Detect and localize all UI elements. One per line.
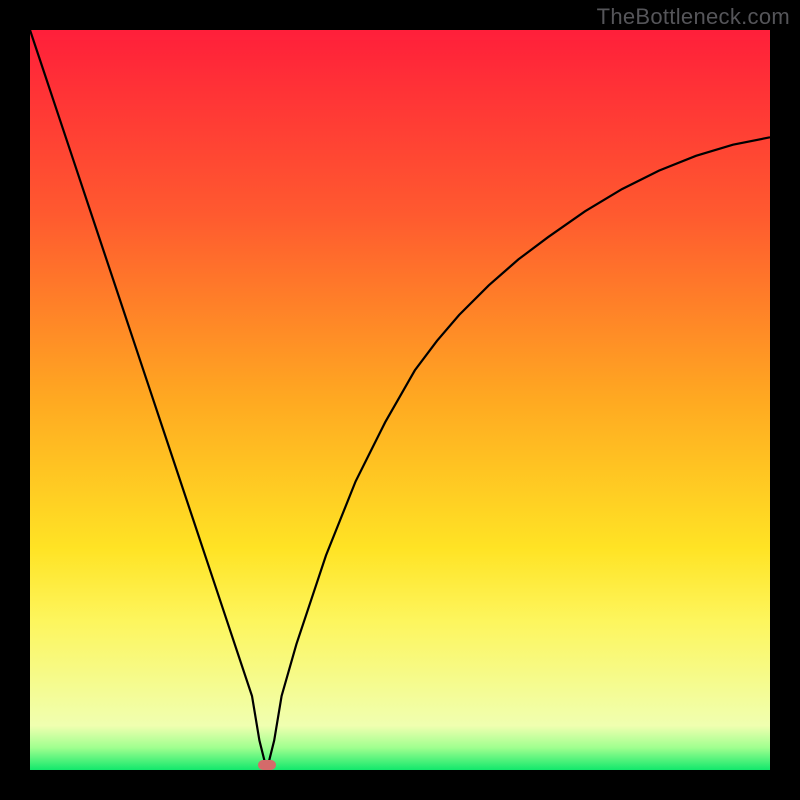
plot-area bbox=[30, 30, 770, 770]
chart-curve bbox=[30, 30, 770, 770]
chart-outer: TheBottleneck.com bbox=[0, 0, 800, 800]
watermark-text: TheBottleneck.com bbox=[597, 4, 790, 30]
line-series-bottleneck bbox=[30, 30, 770, 770]
bottleneck-marker bbox=[258, 760, 276, 770]
